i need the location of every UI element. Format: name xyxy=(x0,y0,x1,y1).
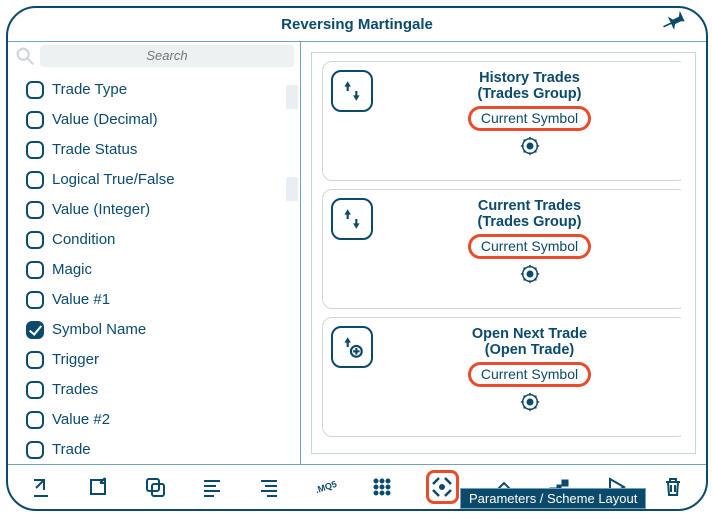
filter-option[interactable]: Trades xyxy=(26,375,296,405)
filter-option[interactable]: Trade Status xyxy=(26,135,296,165)
node-title: Open Next Trade xyxy=(472,326,587,342)
align-right-icon[interactable] xyxy=(255,473,282,501)
node-card[interactable]: Current Trades(Trades Group) Current Symb… xyxy=(322,189,687,309)
node-body: History Trades(Trades Group) Current Symb… xyxy=(381,68,678,157)
node-card[interactable]: History Trades(Trades Group) Current Symb… xyxy=(322,61,687,181)
gear-icon[interactable] xyxy=(519,263,541,285)
app-window: Reversing Martingale Trade Type Value (De… xyxy=(6,6,708,511)
node-title: Current Trades xyxy=(478,198,581,214)
pin-icon[interactable] xyxy=(660,6,688,34)
current-symbol-pill[interactable]: Current Symbol xyxy=(468,234,591,259)
arrows-icon[interactable] xyxy=(331,70,373,112)
window-title: Reversing Martingale xyxy=(281,16,433,33)
filter-label: Logical True/False xyxy=(52,171,175,188)
filter-option[interactable]: Value #1 xyxy=(26,285,296,315)
node-subtitle: (Trades Group) xyxy=(478,86,582,102)
checkbox-icon[interactable] xyxy=(26,261,44,279)
scrollbar[interactable] xyxy=(286,77,298,462)
node-body: Current Trades(Trades Group) Current Symb… xyxy=(381,196,678,285)
filter-label: Trades xyxy=(52,381,98,398)
filter-label: Value #1 xyxy=(52,291,110,308)
checkbox-icon[interactable] xyxy=(26,111,44,129)
node-subtitle: (Trades Group) xyxy=(478,214,582,230)
filter-option[interactable]: Value (Decimal) xyxy=(26,105,296,135)
current-symbol-pill[interactable]: Current Symbol xyxy=(468,106,591,131)
checkbox-icon[interactable] xyxy=(26,321,44,339)
checkbox-icon[interactable] xyxy=(26,381,44,399)
filter-label: Trigger xyxy=(52,351,99,368)
align-left-icon[interactable] xyxy=(199,473,226,501)
filter-option[interactable]: Value #2 xyxy=(26,405,296,435)
checkbox-icon[interactable] xyxy=(26,411,44,429)
filter-option[interactable]: Trigger xyxy=(26,345,296,375)
canvas-inner[interactable]: History Trades(Trades Group)Current Symb… xyxy=(311,52,696,454)
scrollbar-thumb[interactable] xyxy=(286,85,298,109)
filter-option[interactable]: Magic xyxy=(26,255,296,285)
canvas: History Trades(Trades Group)Current Symb… xyxy=(301,42,706,464)
checkbox-icon[interactable] xyxy=(26,441,44,459)
grid-icon[interactable] xyxy=(369,473,396,501)
search-wrap xyxy=(8,42,300,75)
search-icon xyxy=(14,45,36,67)
checkbox-icon[interactable] xyxy=(26,201,44,219)
canvas-scrollbar[interactable] xyxy=(681,53,695,453)
checkbox-icon[interactable] xyxy=(26,171,44,189)
layout-icon[interactable] xyxy=(426,470,459,504)
node-card[interactable]: Open Next Trade(Open Trade) Current Symbo… xyxy=(322,317,687,437)
filter-label: Trade Type xyxy=(52,81,127,98)
filter-list: Trade Type Value (Decimal) Trade Status Log… xyxy=(8,75,300,464)
checkbox-icon[interactable] xyxy=(26,81,44,99)
gear-icon[interactable] xyxy=(519,135,541,157)
filter-label: Magic xyxy=(52,261,92,278)
titlebar: Reversing Martingale xyxy=(8,8,706,42)
filter-option[interactable]: Trade Type xyxy=(26,75,296,105)
filter-option[interactable]: Value (Integer) xyxy=(26,195,296,225)
import-icon[interactable] xyxy=(28,473,55,501)
filter-label: Value (Integer) xyxy=(52,201,150,218)
scrollbar-thumb[interactable] xyxy=(286,177,298,201)
filter-option[interactable]: Symbol Name xyxy=(26,315,296,345)
filter-label: Value (Decimal) xyxy=(52,111,158,128)
checkbox-icon[interactable] xyxy=(26,231,44,249)
toolbar: .MQ5 Parameters / Scheme Layout xyxy=(8,465,706,509)
filter-label: Value #2 xyxy=(52,411,110,428)
trash-icon[interactable] xyxy=(659,473,686,501)
body: Trade Type Value (Decimal) Trade Status Log… xyxy=(8,42,706,465)
checkbox-icon[interactable] xyxy=(26,351,44,369)
sidebar: Trade Type Value (Decimal) Trade Status Log… xyxy=(8,42,301,464)
node-body: Open Next Trade(Open Trade) Current Symbo… xyxy=(381,324,678,413)
export-icon[interactable] xyxy=(85,473,112,501)
checkbox-icon[interactable] xyxy=(26,291,44,309)
arrows-icon[interactable] xyxy=(331,198,373,240)
current-symbol-pill[interactable]: Current Symbol xyxy=(468,362,591,387)
gear-icon[interactable] xyxy=(519,391,541,413)
filter-label: Trade Status xyxy=(52,141,137,158)
filter-label: Trade xyxy=(52,441,91,458)
mq5-icon[interactable]: .MQ5 xyxy=(312,473,339,501)
node-title: History Trades xyxy=(479,70,580,86)
node-subtitle: (Open Trade) xyxy=(485,342,574,358)
filter-option[interactable]: Condition xyxy=(26,225,296,255)
copy-overlap-icon[interactable] xyxy=(142,473,169,501)
checkbox-icon[interactable] xyxy=(26,141,44,159)
tooltip: Parameters / Scheme Layout xyxy=(460,488,646,509)
filter-label: Condition xyxy=(52,231,115,248)
search-input[interactable] xyxy=(40,45,294,67)
arrows-plus-icon[interactable] xyxy=(331,326,373,368)
filter-label: Symbol Name xyxy=(52,321,146,338)
filter-option[interactable]: Trade xyxy=(26,435,296,464)
filter-option[interactable]: Logical True/False xyxy=(26,165,296,195)
